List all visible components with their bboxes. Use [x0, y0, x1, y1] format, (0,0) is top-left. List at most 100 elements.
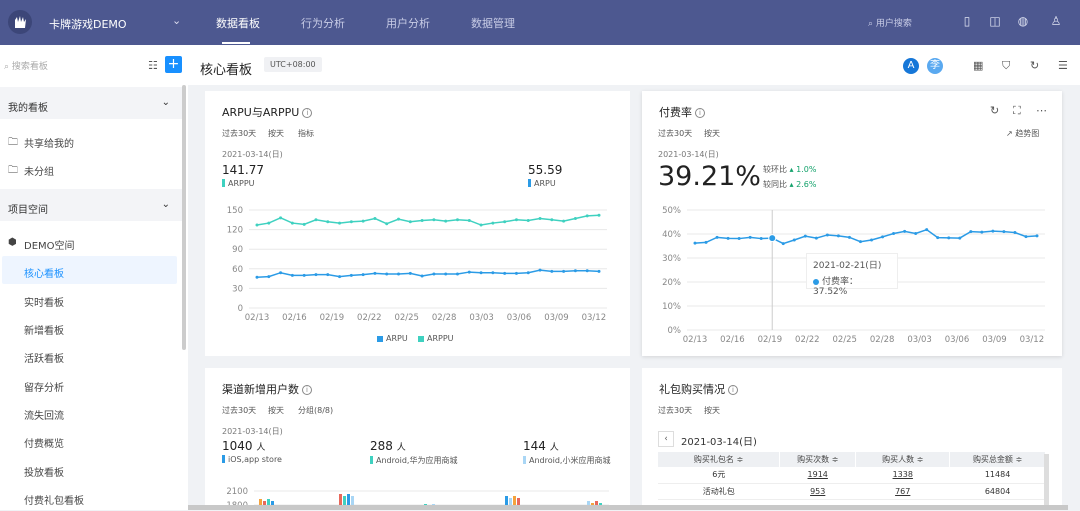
channel-bar-chart[interactable]: 21001800 — [205, 368, 630, 510]
x-tick-label: 02/13 — [683, 335, 708, 345]
sidebar-item-ads[interactable]: 投放看板 — [0, 455, 182, 483]
panel-icon[interactable]: ◫ — [988, 14, 1002, 28]
legend-arpu[interactable]: ARPU — [377, 334, 408, 343]
calendar-icon[interactable]: ▦ — [973, 59, 983, 72]
user-search[interactable]: ⌕ 用户搜索 — [868, 16, 912, 29]
table-scrollbar[interactable] — [1044, 454, 1049, 510]
sidebar-item-gift-pack[interactable]: 付费礼包看板 — [0, 483, 182, 511]
sidebar-scrollbar[interactable] — [182, 85, 186, 350]
y-tick-label: 150 — [227, 206, 243, 216]
add-board-button[interactable]: + — [165, 56, 182, 73]
x-tick-label: 02/22 — [357, 313, 382, 323]
time-range[interactable]: 过去30天 — [658, 405, 692, 416]
board-search-placeholder: 搜索看板 — [11, 62, 48, 72]
sidebar-item-ungrouped[interactable]: 🗀 未分组 — [0, 154, 182, 182]
group-label: 项目空间 — [8, 205, 48, 216]
sidebar-item-active-board[interactable]: 活跃看板 — [0, 341, 182, 369]
sidebar-item-label: 投放看板 — [24, 468, 64, 479]
data-point — [455, 218, 459, 222]
x-tick-label: 03/09 — [982, 335, 1007, 345]
data-point — [467, 270, 471, 274]
user-search-placeholder: 用户搜索 — [875, 19, 912, 29]
data-point — [914, 232, 918, 236]
refresh-icon[interactable]: ↻ — [1030, 59, 1039, 72]
data-point — [349, 273, 353, 277]
sidebar-item-shared[interactable]: 🗀 共享给我的 — [0, 126, 182, 154]
data-point — [373, 271, 377, 275]
page-title: 核心看板 — [200, 63, 253, 78]
table-cell-link[interactable]: 1914 — [779, 467, 856, 484]
search-icon: ⌕ — [4, 62, 10, 72]
data-point — [892, 232, 896, 236]
data-point — [550, 218, 554, 222]
avatar[interactable]: 李 — [927, 58, 943, 74]
table-cell: 6元 — [658, 467, 780, 484]
timezone-badge[interactable]: UTC+08:00 — [264, 57, 322, 72]
arpu-line-chart[interactable]: 0 30 60 90 120 150 02/13 02/16 02/19 02/22 02/25 02… — [205, 91, 630, 356]
column-header[interactable]: 购买礼包名 ≑ — [658, 452, 781, 467]
group-project-space[interactable]: 项目空间 ⌄ — [0, 189, 182, 221]
group-label: 我的看板 — [8, 103, 48, 114]
avatar[interactable]: A — [903, 58, 919, 74]
x-tick-label: 02/22 — [795, 335, 820, 345]
list-view-icon[interactable]: ☷ — [148, 59, 158, 72]
y-tick-label: 120 — [227, 226, 243, 236]
data-point — [290, 273, 294, 277]
group-my-boards[interactable]: 我的看板 ⌄ — [0, 87, 182, 119]
data-point — [759, 237, 763, 241]
info-icon[interactable]: i — [728, 385, 738, 395]
mobile-icon[interactable]: ▯ — [960, 14, 974, 28]
board-search-input[interactable]: ⌕ 搜索看板 — [4, 59, 48, 72]
tab-data-board[interactable]: 数据看板 — [216, 15, 260, 31]
data-point — [290, 221, 294, 225]
data-point — [870, 238, 874, 242]
column-header[interactable]: 购买总金额 ≑ — [949, 452, 1046, 467]
data-point — [255, 275, 259, 279]
sidebar-item-label: 共享给我的 — [24, 139, 74, 150]
sidebar-item-payment[interactable]: 付费概览 — [0, 426, 182, 454]
data-point — [302, 222, 306, 226]
data-point — [836, 234, 840, 238]
table-cell-link[interactable]: 767 — [855, 483, 950, 500]
settings-sliders-icon[interactable]: ☰ — [1058, 59, 1068, 72]
sidebar-item-label: 新增看板 — [24, 326, 64, 337]
data-point — [479, 223, 483, 227]
globe-icon[interactable]: ◍ — [1016, 14, 1030, 28]
data-point — [491, 221, 495, 225]
data-point — [1013, 231, 1017, 235]
data-point — [361, 219, 365, 223]
prev-date-button[interactable]: ‹ — [658, 431, 674, 447]
board-header: 核心看板 UTC+08:00 A 李 ▦ ⛉ ↻ ☰ — [188, 45, 1080, 85]
chevron-down-icon[interactable]: ⌄ — [172, 14, 181, 27]
tab-data-management[interactable]: 数据管理 — [471, 15, 515, 31]
sidebar-item-retention[interactable]: 留存分析 — [0, 370, 182, 398]
horizontal-scrollbar[interactable] — [188, 505, 1068, 510]
sidebar-item-new-board[interactable]: 新增看板 — [0, 313, 182, 341]
sidebar-item-churn[interactable]: 流失回流 — [0, 398, 182, 426]
sidebar-item-core-board[interactable]: 核心看板 — [2, 256, 177, 284]
data-point — [526, 218, 530, 222]
user-icon[interactable]: ♙ — [1049, 14, 1063, 28]
data-point — [302, 273, 306, 277]
table-cell-link[interactable]: 953 — [779, 483, 856, 500]
app-name[interactable]: 卡牌游戏DEMO — [49, 16, 127, 32]
tab-behavior-analysis[interactable]: 行为分析 — [301, 15, 345, 31]
legend-arppu[interactable]: ARPPU — [418, 334, 454, 343]
pay-rate-line-chart[interactable]: 0% 10% 20% 30% 40% 50% 02/13 02/16 02/19 02/22 02/… — [642, 91, 1062, 356]
hand-logo-icon — [15, 16, 26, 28]
cube-icon: ⬢ — [8, 237, 17, 248]
sidebar-item-demo-space[interactable]: ⬢ DEMO空间 — [0, 228, 182, 256]
table-cell-link[interactable]: 1338 — [855, 467, 950, 484]
data-point — [781, 242, 785, 246]
data-point — [514, 271, 518, 275]
app-logo[interactable] — [8, 10, 32, 34]
column-header[interactable]: 购买次数 ≑ — [779, 452, 857, 467]
granularity[interactable]: 按天 — [704, 405, 720, 416]
filter-icon[interactable]: ⛉ — [1002, 59, 1010, 73]
sidebar-item-realtime-board[interactable]: 实时看板 — [0, 285, 182, 313]
highlight-point — [768, 234, 777, 243]
x-tick-label: 02/13 — [245, 313, 270, 323]
tab-user-analysis[interactable]: 用户分析 — [386, 15, 430, 31]
data-point — [562, 219, 566, 223]
column-header[interactable]: 购买人数 ≑ — [855, 452, 951, 467]
